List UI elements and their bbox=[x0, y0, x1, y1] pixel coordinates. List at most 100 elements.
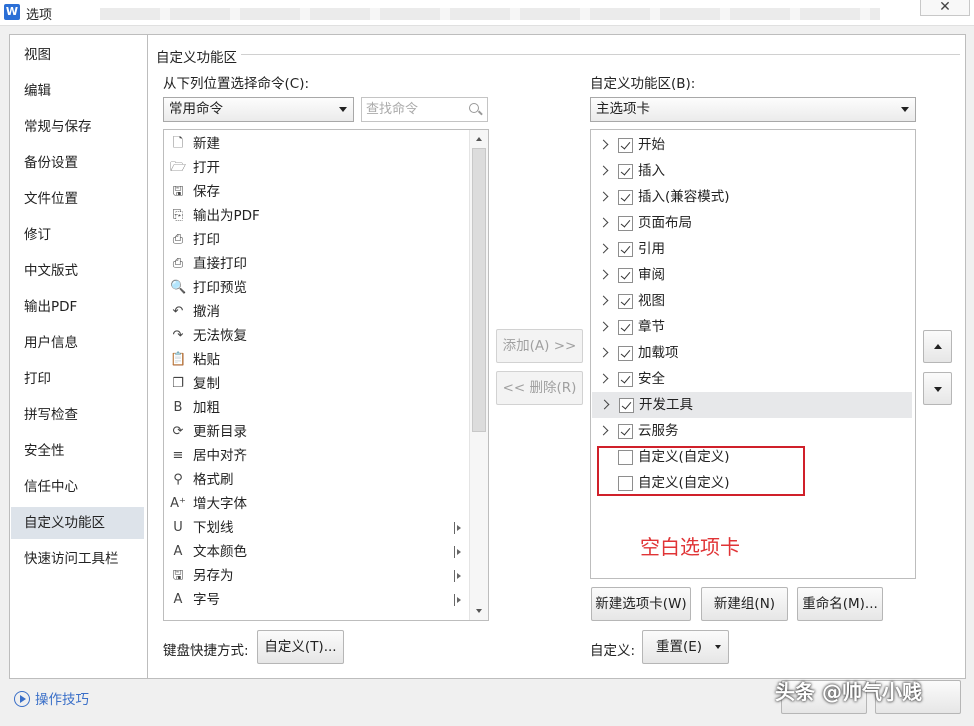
remove-button[interactable]: << 删除(R) bbox=[496, 371, 583, 405]
ribbon-tab-node[interactable]: 审阅 bbox=[591, 262, 913, 288]
chevron-right-icon[interactable] bbox=[598, 373, 609, 384]
nav-item[interactable]: 输出PDF bbox=[11, 291, 144, 323]
chevron-right-icon[interactable] bbox=[598, 321, 609, 332]
tab-checkbox[interactable] bbox=[618, 216, 633, 231]
ribbon-tab-node[interactable]: 页面布局 bbox=[591, 210, 913, 236]
ribbon-tab-node[interactable]: 插入(兼容模式) bbox=[591, 184, 913, 210]
ribbon-tab-node[interactable]: 引用 bbox=[591, 236, 913, 262]
command-item[interactable]: 📋 粘贴 bbox=[168, 348, 464, 372]
printer-icon: ⎙ bbox=[172, 232, 184, 247]
command-item[interactable]: A 文本颜色 bbox=[168, 540, 464, 564]
chevron-right-icon[interactable] bbox=[598, 295, 609, 306]
ribbon-tab-node[interactable]: 安全 bbox=[591, 366, 913, 392]
command-item[interactable]: U 下划线 bbox=[168, 516, 464, 540]
command-label: 居中对齐 bbox=[193, 448, 247, 464]
command-item[interactable]: ⎘ 输出为PDF bbox=[168, 204, 464, 228]
chevron-right-icon[interactable] bbox=[599, 399, 610, 410]
command-source-label: 从下列位置选择命令(C): bbox=[163, 76, 310, 92]
command-item[interactable]: A⁺ 增大字体 bbox=[168, 492, 464, 516]
nav-item[interactable]: 文件位置 bbox=[11, 183, 144, 215]
redo-icon: ↷ bbox=[172, 328, 184, 343]
search-placeholder: 查找命令 bbox=[366, 102, 419, 117]
ribbon-tab-node[interactable]: 插入 bbox=[591, 158, 913, 184]
nav-item[interactable]: 快速访问工具栏 bbox=[11, 543, 144, 575]
command-item[interactable]: 🗋 新建 bbox=[168, 132, 464, 156]
command-item[interactable]: ⎙ 打印 bbox=[168, 228, 464, 252]
tab-checkbox[interactable] bbox=[618, 424, 633, 439]
chevron-right-icon[interactable] bbox=[598, 191, 609, 202]
nav-item[interactable]: 用户信息 bbox=[11, 327, 144, 359]
command-item[interactable]: ↶ 撤消 bbox=[168, 300, 464, 324]
tab-checkbox[interactable] bbox=[618, 242, 633, 257]
scroll-down-icon[interactable] bbox=[476, 609, 482, 613]
add-button[interactable]: 添加(A) >> bbox=[496, 329, 583, 363]
chevron-right-icon[interactable] bbox=[598, 347, 609, 358]
command-item[interactable]: ⟳ 更新目录 bbox=[168, 420, 464, 444]
ribbon-tab-node[interactable]: 开始 bbox=[591, 132, 913, 158]
new-tab-button[interactable]: 新建选项卡(W) bbox=[591, 587, 691, 621]
nav-item[interactable]: 修订 bbox=[11, 219, 144, 251]
ribbon-tabs-select[interactable]: 主选项卡 bbox=[590, 97, 916, 122]
nav-item[interactable]: 视图 bbox=[11, 39, 144, 71]
align-center-icon: ≡ bbox=[172, 448, 184, 463]
tab-checkbox[interactable] bbox=[618, 138, 633, 153]
ribbon-tab-node[interactable]: 云服务 bbox=[591, 418, 913, 444]
command-list[interactable]: 🗋 新建 🗁 打开 🖫 保存 ⎘ 输出为PDF ⎙ 打印 ⎙ 直接打印 🔍 打印预览 ↶ 撤消 ↷ 无法恢复 📋 粘贴… bbox=[163, 129, 489, 621]
chevron-right-icon[interactable] bbox=[598, 269, 609, 280]
ribbon-tab-node[interactable]: 开发工具 bbox=[592, 392, 912, 418]
close-button[interactable]: ✕ bbox=[920, 0, 970, 16]
rename-button[interactable]: 重命名(M)... bbox=[797, 587, 883, 621]
command-search-input[interactable]: 查找命令 bbox=[361, 97, 488, 122]
command-list-scrollbar[interactable] bbox=[469, 130, 488, 620]
tab-checkbox[interactable] bbox=[619, 398, 634, 413]
command-item[interactable]: 🔍 打印预览 bbox=[168, 276, 464, 300]
command-source-select[interactable]: 常用命令 bbox=[163, 97, 354, 122]
text-color-icon: A bbox=[173, 544, 183, 559]
nav-item[interactable]: 常规与保存 bbox=[11, 111, 144, 143]
move-up-button[interactable] bbox=[923, 330, 952, 363]
command-item[interactable]: ❐ 复制 bbox=[168, 372, 464, 396]
nav-item[interactable]: 信任中心 bbox=[11, 471, 144, 503]
command-item[interactable]: 🗁 打开 bbox=[168, 156, 464, 180]
tab-checkbox[interactable] bbox=[618, 372, 633, 387]
chevron-right-icon[interactable] bbox=[598, 243, 609, 254]
nav-item[interactable]: 自定义功能区 bbox=[11, 507, 144, 539]
nav-item[interactable]: 备份设置 bbox=[11, 147, 144, 179]
command-label: 加粗 bbox=[193, 400, 220, 416]
chevron-right-icon[interactable] bbox=[598, 217, 609, 228]
tab-checkbox[interactable] bbox=[618, 268, 633, 283]
command-item[interactable]: 🖫 保存 bbox=[168, 180, 464, 204]
new-group-button[interactable]: 新建组(N) bbox=[701, 587, 788, 621]
tab-checkbox[interactable] bbox=[618, 164, 633, 179]
tab-checkbox[interactable] bbox=[618, 190, 633, 205]
ribbon-tab-node[interactable]: 章节 bbox=[591, 314, 913, 340]
scroll-up-icon[interactable] bbox=[476, 137, 482, 141]
tab-checkbox[interactable] bbox=[618, 320, 633, 335]
chevron-right-icon[interactable] bbox=[598, 165, 609, 176]
chevron-right-icon[interactable] bbox=[598, 139, 609, 150]
tips-link[interactable]: 操作技巧 bbox=[14, 688, 89, 708]
nav-item[interactable]: 安全性 bbox=[11, 435, 144, 467]
window-title: 选项 bbox=[26, 8, 53, 23]
command-item[interactable]: A 字号 bbox=[168, 588, 464, 612]
scrollbar-thumb[interactable] bbox=[472, 148, 486, 432]
nav-item[interactable]: 中文版式 bbox=[11, 255, 144, 287]
nav-item[interactable]: 拼写检查 bbox=[11, 399, 144, 431]
nav-item[interactable]: 编辑 bbox=[11, 75, 144, 107]
move-down-button[interactable] bbox=[923, 372, 952, 405]
command-item[interactable]: B 加粗 bbox=[168, 396, 464, 420]
ribbon-tab-node[interactable]: 加载项 bbox=[591, 340, 913, 366]
ribbon-tab-node[interactable]: 视图 bbox=[591, 288, 913, 314]
chevron-right-icon[interactable] bbox=[598, 425, 609, 436]
command-item[interactable]: 🖫 另存为 bbox=[168, 564, 464, 588]
reset-button[interactable]: 重置(E) bbox=[642, 630, 729, 664]
nav-item[interactable]: 打印 bbox=[11, 363, 144, 395]
tab-checkbox[interactable] bbox=[618, 294, 633, 309]
ribbon-tree[interactable]: 开始 插入 插入(兼容模式) 页面布局 引用 审阅 视图 章节 加载项 安全 开发工具 云服务 自定义(… bbox=[590, 129, 916, 579]
command-item[interactable]: ≡ 居中对齐 bbox=[168, 444, 464, 468]
tab-checkbox[interactable] bbox=[618, 346, 633, 361]
command-item[interactable]: ⚲ 格式刷 bbox=[168, 468, 464, 492]
command-item[interactable]: ⎙ 直接打印 bbox=[168, 252, 464, 276]
shortcut-customize-button[interactable]: 自定义(T)... bbox=[257, 630, 344, 664]
command-item[interactable]: ↷ 无法恢复 bbox=[168, 324, 464, 348]
